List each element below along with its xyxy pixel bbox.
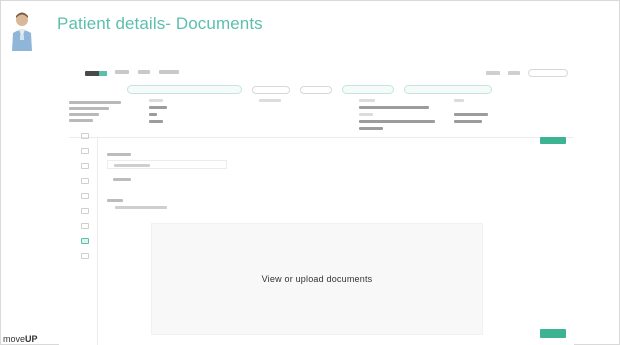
sidebar xyxy=(73,133,97,343)
top-navigation[interactable] xyxy=(115,70,179,74)
search-row xyxy=(127,85,492,94)
app-logo xyxy=(85,71,107,76)
divider xyxy=(69,137,574,138)
folder-item[interactable] xyxy=(107,160,227,169)
presenter-avatar-icon xyxy=(12,12,32,51)
slide-title: Patient details- Documents xyxy=(57,14,263,33)
brand-logo: moveUP xyxy=(3,334,38,344)
slide: Patient details- Documents View or uploa… xyxy=(0,0,620,345)
settings-icon[interactable] xyxy=(81,253,89,259)
exercise-icon[interactable] xyxy=(81,208,89,214)
pill-icon[interactable] xyxy=(81,178,89,184)
top-right-controls xyxy=(486,69,568,77)
nav-item[interactable] xyxy=(159,70,179,74)
filter-pill-green[interactable] xyxy=(404,85,492,94)
document-tree xyxy=(107,151,227,213)
nav-item[interactable] xyxy=(115,70,129,74)
survey-icon[interactable] xyxy=(81,223,89,229)
save-button[interactable] xyxy=(540,329,566,338)
sidebar-separator xyxy=(97,137,98,345)
document-drop-area[interactable]: View or upload documents xyxy=(151,223,483,335)
calendar-icon[interactable] xyxy=(81,163,89,169)
filter-pill[interactable] xyxy=(300,85,332,94)
nav-item[interactable] xyxy=(138,70,150,74)
add-button[interactable] xyxy=(540,137,566,144)
patient-summary xyxy=(69,101,129,125)
user-menu[interactable] xyxy=(486,71,500,75)
drop-area-label: View or upload documents xyxy=(261,274,373,284)
account-pill[interactable] xyxy=(528,69,568,77)
filter-pill[interactable] xyxy=(252,85,290,94)
chat-icon[interactable] xyxy=(81,193,89,199)
documents-icon[interactable] xyxy=(81,238,89,244)
patient-search-input[interactable] xyxy=(127,85,242,94)
patient-info xyxy=(149,99,569,130)
chart-icon[interactable] xyxy=(81,148,89,154)
filter-pill-green[interactable] xyxy=(342,85,394,94)
language-menu[interactable] xyxy=(508,71,520,75)
home-icon[interactable] xyxy=(81,133,89,139)
app-screenshot: View or upload documents xyxy=(59,61,574,345)
